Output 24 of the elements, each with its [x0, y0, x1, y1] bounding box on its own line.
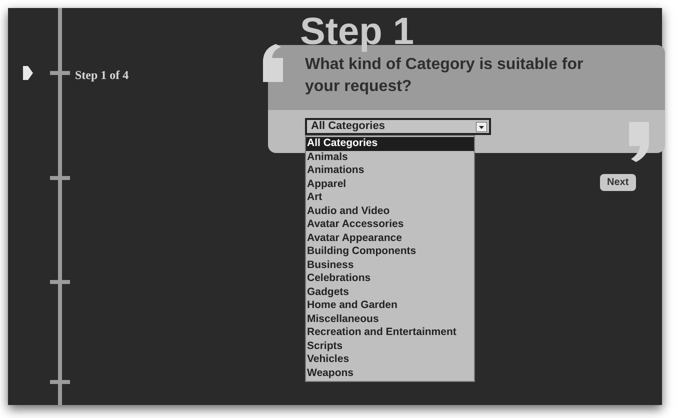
category-option[interactable]: Home and Garden: [306, 299, 474, 312]
category-option[interactable]: Scripts: [306, 340, 474, 353]
step-title: Step 1: [300, 12, 414, 52]
category-option[interactable]: Celebrations: [306, 272, 474, 286]
category-option[interactable]: Animals: [306, 150, 474, 164]
category-option[interactable]: Animations: [306, 164, 474, 178]
category-option[interactable]: Miscellaneous: [306, 312, 474, 326]
category-option[interactable]: Gadgets: [306, 286, 474, 299]
category-option[interactable]: Weapons: [306, 366, 474, 380]
category-select[interactable]: All Categories: [305, 118, 491, 135]
category-option[interactable]: Building Components: [306, 245, 474, 258]
step-progress-label: Step 1 of 4: [75, 67, 129, 84]
next-button[interactable]: Next: [600, 174, 636, 191]
category-option[interactable]: Art: [306, 191, 474, 204]
category-option[interactable]: Vehicles: [306, 353, 474, 366]
category-option[interactable]: Avatar Appearance: [306, 232, 474, 245]
category-option[interactable]: Business: [306, 258, 474, 272]
category-option[interactable]: Audio and Video: [306, 204, 474, 218]
category-option[interactable]: All Categories: [306, 137, 474, 150]
category-option[interactable]: Recreation and Entertainment: [306, 326, 474, 340]
category-option[interactable]: Avatar Accessories: [306, 218, 474, 232]
question-text: What kind of Category is suitable for your request?: [305, 55, 584, 97]
select-value: All Categories: [311, 121, 385, 132]
category-option[interactable]: Apparel: [306, 178, 474, 191]
